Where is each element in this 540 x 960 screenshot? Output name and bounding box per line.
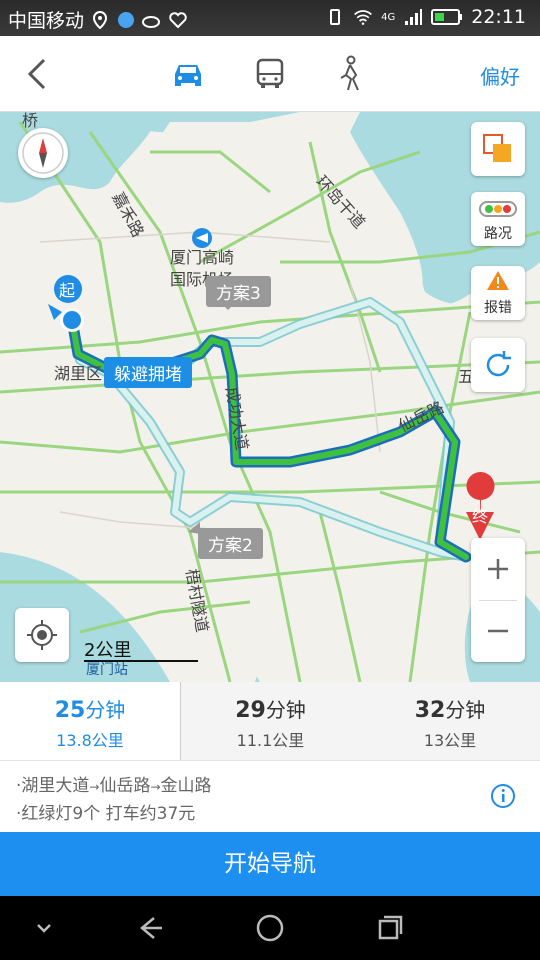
walk-icon[interactable] xyxy=(328,52,372,96)
app-screen: 中国移动 4G 22:11 偏好 桥 嘉禾路 环岛干道 成功大道 仙岳路 梧村隧… xyxy=(0,0,540,960)
warning-icon xyxy=(487,271,509,290)
battery-icon xyxy=(431,9,463,25)
home-icon[interactable] xyxy=(254,912,286,944)
app-notify-icon xyxy=(118,11,135,28)
map-canvas: 桥 嘉禾路 环岛干道 成功大道 仙岳路 梧村隧道 湖里区 五 厦门高崎 国际机场… xyxy=(0,112,540,682)
start-navigation-button[interactable]: 开始导航 xyxy=(0,832,540,896)
zoom-control xyxy=(471,538,525,662)
route-roads: ·湖里大道→仙岳路→金山路 xyxy=(16,776,212,796)
vibrate-icon xyxy=(330,9,341,25)
route-distance: 11.1公里 xyxy=(236,731,305,750)
info-icon[interactable] xyxy=(490,783,516,809)
back-button[interactable] xyxy=(20,52,60,96)
route-tag-plan2[interactable]: 方案2 xyxy=(198,528,263,559)
route-option-3[interactable]: 32分钟 13公里 xyxy=(360,682,540,760)
route-time: 29分钟 xyxy=(235,698,306,723)
traffic-light-icon xyxy=(479,201,517,217)
weibo-icon xyxy=(142,15,161,28)
poi-label: 厦门高崎 xyxy=(170,248,234,267)
chevron-down-icon[interactable] xyxy=(28,912,60,944)
start-label: 起 xyxy=(59,281,75,300)
route-distance: 13公里 xyxy=(423,731,477,750)
current-location-dot xyxy=(63,311,81,329)
carrier-label: 中国移动 xyxy=(8,10,85,32)
route-tag-avoid-jam[interactable]: 躲避拥堵 xyxy=(104,357,192,388)
car-icon[interactable] xyxy=(166,52,210,96)
layers-icon xyxy=(483,134,511,162)
zoom-in-button[interactable] xyxy=(471,538,525,600)
status-bar: 中国移动 4G 22:11 xyxy=(0,0,540,36)
back-nav-icon[interactable] xyxy=(134,912,166,944)
locate-icon xyxy=(27,620,57,650)
layers-button[interactable] xyxy=(471,122,525,176)
system-nav-bar xyxy=(0,896,540,960)
preference-button[interactable]: 偏好 xyxy=(480,61,520,90)
network-type: 4G xyxy=(381,11,396,23)
route-option-2[interactable]: 29分钟 11.1公里 xyxy=(180,682,360,760)
refresh-button[interactable] xyxy=(471,338,525,392)
scale-bar xyxy=(84,660,198,662)
locate-button[interactable] xyxy=(15,608,69,662)
recents-icon[interactable] xyxy=(374,912,406,944)
compass-icon xyxy=(22,132,64,174)
poi-label: 厦门站 xyxy=(86,662,128,678)
route-distance: 13.8公里 xyxy=(56,731,124,750)
signal-icon xyxy=(405,9,423,25)
compass-button[interactable] xyxy=(18,128,68,178)
end-label: 终 xyxy=(472,507,488,526)
refresh-icon xyxy=(486,351,511,377)
route-detail: ·湖里大道→仙岳路→金山路 ·红绿灯9个 打车约37元 xyxy=(0,760,540,832)
traffic-label: 路况 xyxy=(484,226,512,242)
health-icon xyxy=(169,11,187,28)
scale-label: 2公里 xyxy=(84,640,132,661)
location-icon xyxy=(93,10,108,29)
route-time: 32分钟 xyxy=(414,698,486,723)
report-label: 报错 xyxy=(484,300,512,316)
route-options: 25分钟 13.8公里 29分钟 11.1公里 32分钟 13公里 xyxy=(0,682,540,760)
zoom-out-button[interactable] xyxy=(471,600,525,662)
wifi-icon xyxy=(354,10,373,25)
report-button[interactable]: 报错 xyxy=(471,266,525,320)
district-label: 湖里区 xyxy=(54,364,102,383)
clock: 22:11 xyxy=(471,6,526,28)
route-toolbar: 偏好 xyxy=(0,36,540,112)
route-summary: ·红绿灯9个 打车约37元 xyxy=(16,804,196,824)
route-tag-plan3[interactable]: 方案3 xyxy=(206,276,271,307)
route-option-1[interactable]: 25分钟 13.8公里 xyxy=(0,682,180,760)
traffic-button[interactable]: 路况 xyxy=(471,192,525,246)
route-time: 25分钟 xyxy=(54,698,126,723)
map-view[interactable]: 桥 嘉禾路 环岛干道 成功大道 仙岳路 梧村隧道 湖里区 五 厦门高崎 国际机场… xyxy=(0,112,540,682)
bus-icon[interactable] xyxy=(248,52,292,96)
